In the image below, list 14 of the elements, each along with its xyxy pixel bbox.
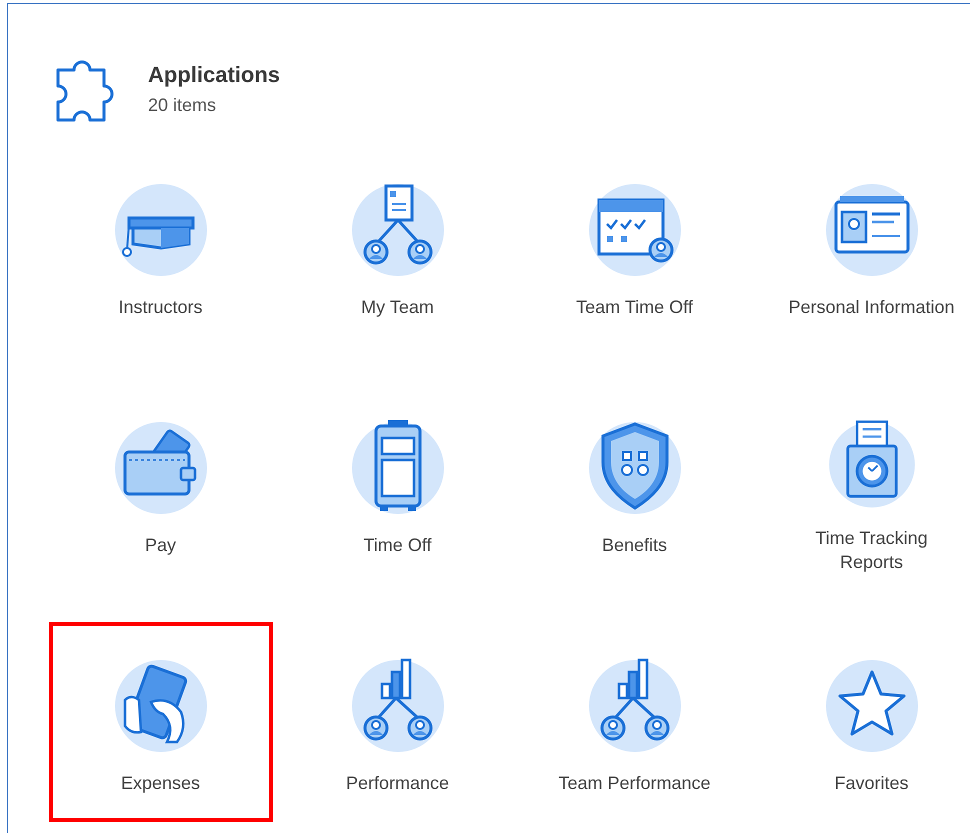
app-tile[interactable]: Time Off (286, 384, 510, 584)
app-tile[interactable]: Instructors (48, 146, 272, 346)
section-title: Applications (148, 62, 280, 88)
app-tile[interactable]: Performance (286, 622, 510, 822)
app-tile[interactable]: Personal Information (760, 146, 970, 346)
app-tile[interactable]: Team Performance (522, 622, 746, 822)
app-tile[interactable]: Expenses (48, 622, 272, 822)
app-tile[interactable]: Pay (48, 384, 272, 584)
item-count: 20 items (148, 94, 218, 118)
app-tile[interactable]: Time Tracking Reports (760, 384, 970, 584)
app-tile[interactable]: Team Time Off (522, 146, 746, 346)
app-tile[interactable]: Benefits (522, 384, 746, 584)
app-tile[interactable]: Favorites (760, 622, 970, 822)
app-tile[interactable]: My Team (286, 146, 510, 346)
